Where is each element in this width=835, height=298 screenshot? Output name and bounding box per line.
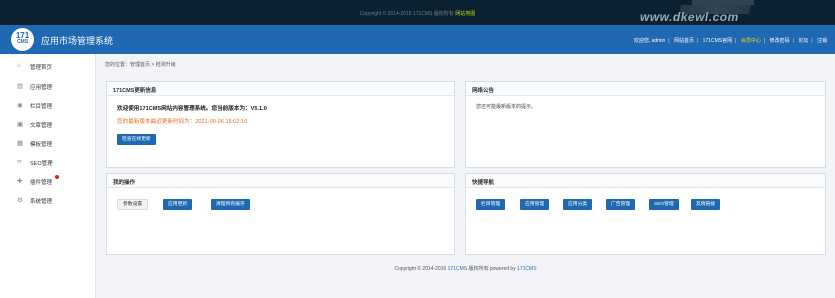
quick-links-button[interactable]: 友情链接 <box>691 199 721 210</box>
notice-panel-header: 网络公告 <box>466 82 825 96</box>
footer: Copyright © 2014-2016 171CMS 版权所有 powere… <box>96 265 835 272</box>
nav-member-center[interactable]: 会员中心 <box>741 38 761 44</box>
parameter-settings-button[interactable]: 参数设置 <box>117 199 149 210</box>
version-info: 欢迎使用171CMS网站内容管理系统。您当前版本为：V5.1.0 <box>117 106 267 112</box>
sidebar-item-label: SEO管理 <box>30 161 53 167</box>
quick-category-button[interactable]: 应用分类 <box>563 199 593 210</box>
sidebar-item-plugins[interactable]: ✚ 插件管理 <box>17 175 59 186</box>
quick-app-button[interactable]: 应用管理 <box>520 199 550 210</box>
update-panel-title: 171CMS更新信息 <box>113 88 157 94</box>
logo-cms: CMS <box>16 39 29 45</box>
quick-nav-panel-header: 快捷导航 <box>466 174 825 188</box>
sidebar: ⌂ 管理首页 ▤ 应用管理 ◉ 栏目管理 ▣ 文章管理 ▦ 模板管理 ∞ SEO… <box>0 54 96 298</box>
column-icon: ◉ <box>17 102 23 109</box>
sidebar-item-system[interactable]: ⚙ 系统管理 <box>17 197 53 205</box>
sidebar-item-label: 系统管理 <box>30 199 53 205</box>
app-header: 171 CMS 应用市场管理系统 欢迎您, admin | 网站首页 | 171CM… <box>0 25 835 54</box>
footer-copyright: Copyright © 2014-2016 <box>394 266 447 272</box>
welcome-user: 欢迎您, admin <box>633 38 666 44</box>
plugin-icon: ✚ <box>17 178 23 185</box>
sidebar-item-label: 栏目管理 <box>30 104 53 110</box>
update-panel: 171CMS更新信息 欢迎使用171CMS网站内容管理系统。您当前版本为：V5.… <box>106 81 455 168</box>
footer-powered-link[interactable]: 171CMS <box>517 266 536 272</box>
sidebar-item-seo[interactable]: ∞ SEO管理 <box>17 158 53 167</box>
top-nav: 欢迎您, admin | 网站首页 | 171CMS官网 | 会员中心 | 修改密码 | … <box>633 38 827 44</box>
sidebar-item-label: 管理首页 <box>30 65 53 71</box>
breadcrumb: 您的位置：管理首页 > 检测升级 <box>105 62 176 68</box>
sidebar-item-label: 文章管理 <box>30 123 53 129</box>
app-update-button[interactable]: 应用更新 <box>163 199 193 210</box>
quick-column-button[interactable]: 栏目管理 <box>476 199 506 210</box>
app-title: 应用市场管理系统 <box>41 36 114 46</box>
template-icon: ▦ <box>17 140 24 147</box>
quick-nav-panel: 快捷导航 栏目管理 应用管理 应用分类 广告管理 SEO管理 友情链接 <box>465 173 826 255</box>
clear-cache-button[interactable]: 清理所有缓存 <box>211 199 250 210</box>
quick-nav-panel-title: 快捷导航 <box>472 180 495 186</box>
sidebar-item-columns[interactable]: ◉ 栏目管理 <box>17 102 53 110</box>
article-icon: ▣ <box>17 121 24 128</box>
nav-official-site[interactable]: 171CMS官网 <box>703 38 732 44</box>
notice-text: 您还可能最新版本的提示。 <box>476 104 537 110</box>
footer-powered-text: 版权所有 powered by <box>468 266 516 272</box>
seo-icon: ∞ <box>17 158 22 165</box>
nav-forum[interactable]: 论坛 <box>798 38 808 44</box>
app-icon: ▤ <box>17 83 24 90</box>
operations-panel: 我的操作 参数设置 应用更新 清理所有缓存 <box>106 173 455 255</box>
sidebar-item-templates[interactable]: ▦ 模板管理 <box>17 140 53 148</box>
main-content: 您的位置：管理首页 > 检测升级 171CMS更新信息 欢迎使用171CMS网站… <box>96 54 835 298</box>
check-update-button[interactable]: 检查在线更新 <box>117 134 156 145</box>
top-copyright-text: Copyright © 2014-2016 171CMS 版权所有 网站地图 <box>0 10 835 17</box>
quick-ads-button[interactable]: 广告管理 <box>606 199 636 210</box>
footer-brand-link[interactable]: 171CMS <box>448 266 467 272</box>
notice-panel: 网络公告 您还可能最新版本的提示。 <box>465 81 826 168</box>
operations-panel-title: 我的操作 <box>113 180 136 186</box>
top-copyright-label: Copyright © 2014-2016 171CMS 版权所有 <box>359 11 454 17</box>
notification-badge <box>55 175 59 179</box>
nav-change-password[interactable]: 修改密码 <box>770 38 790 44</box>
update-panel-header: 171CMS更新信息 <box>107 82 454 96</box>
nav-site-home[interactable]: 网站首页 <box>674 38 694 44</box>
gear-icon: ⚙ <box>17 197 23 204</box>
notice-panel-title: 网络公告 <box>472 88 495 94</box>
top-copyright-bar: www.dkewl.com Copyright © 2014-2016 171C… <box>0 0 835 25</box>
app-logo: 171 CMS <box>11 28 34 51</box>
last-update-info: 您的最新版本最近更新时间为：2021-09-06 15:02:10 <box>117 119 248 125</box>
nav-logout[interactable]: 注销 <box>817 38 827 44</box>
quick-seo-button[interactable]: SEO管理 <box>649 199 679 210</box>
sidebar-item-label: 模板管理 <box>30 142 53 148</box>
operations-panel-header: 我的操作 <box>107 174 454 188</box>
sidebar-item-label: 应用管理 <box>30 85 53 91</box>
home-icon: ⌂ <box>17 62 21 69</box>
sidebar-item-home[interactable]: ⌂ 管理首页 <box>17 62 53 71</box>
sidebar-item-articles[interactable]: ▣ 文章管理 <box>17 121 53 129</box>
top-sitemap-link[interactable]: 网站地图 <box>455 11 475 17</box>
sidebar-item-label: 插件管理 <box>30 180 53 186</box>
sidebar-item-apps[interactable]: ▤ 应用管理 <box>17 83 53 91</box>
